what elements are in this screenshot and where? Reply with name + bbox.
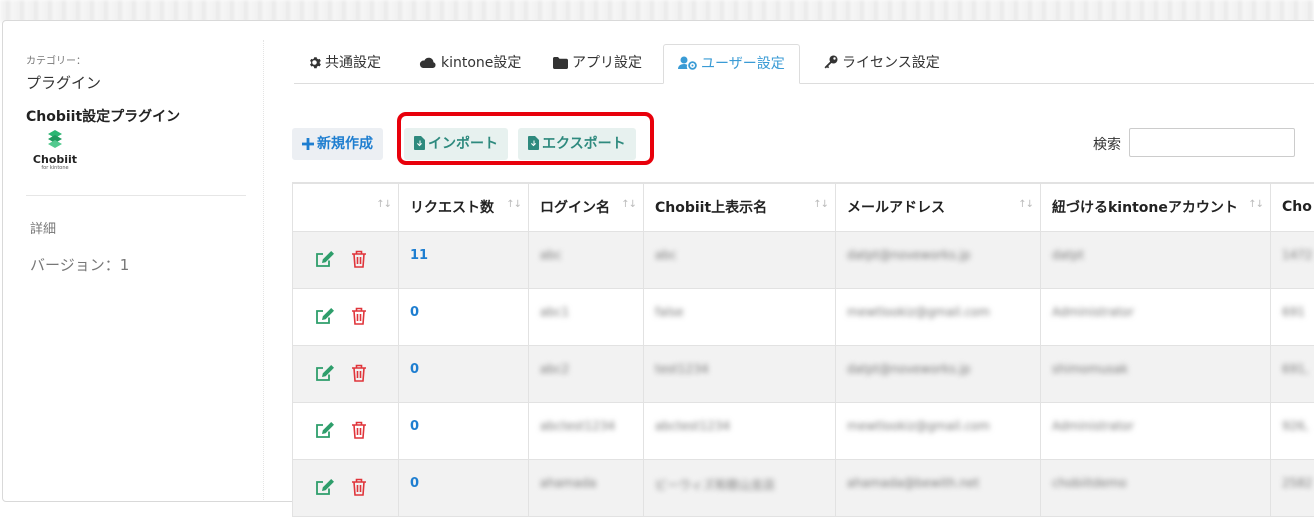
request-count[interactable]: 11 bbox=[399, 231, 529, 288]
settings-tabs: 共通設定 kintone設定 アプリ設定 ユーザー設定 ライセンス設定 bbox=[294, 44, 1314, 84]
login-name: abc2 bbox=[529, 345, 644, 402]
cloud-icon bbox=[419, 57, 437, 69]
column-header-kintone-account[interactable]: 紐づけるkintoneアカウント↑↓ bbox=[1041, 183, 1271, 231]
edit-icon[interactable] bbox=[315, 478, 335, 496]
trash-icon[interactable] bbox=[351, 307, 367, 325]
extra-cell: 691 bbox=[1271, 288, 1314, 345]
new-create-button[interactable]: 新規作成 bbox=[292, 128, 383, 160]
login-name: ahamada bbox=[529, 459, 644, 516]
user-gear-icon bbox=[678, 56, 697, 70]
category-label: カテゴリー： bbox=[26, 52, 246, 67]
column-header-login[interactable]: ログイン名↑↓ bbox=[529, 183, 644, 231]
extra-cell: 1472 bbox=[1271, 231, 1314, 288]
sort-icon: ↑↓ bbox=[1018, 199, 1033, 210]
row-actions bbox=[293, 402, 399, 459]
edit-icon[interactable] bbox=[315, 364, 335, 382]
login-name: abc bbox=[529, 231, 644, 288]
table-row: 11 abc abc datpt@noveworks.jp datpt 1472 bbox=[293, 231, 1314, 288]
table-row: 0 abctest1234 abctest1234 mewtlookiz@gma… bbox=[293, 402, 1314, 459]
request-count[interactable]: 0 bbox=[399, 345, 529, 402]
extra-cell: 926, bbox=[1271, 402, 1314, 459]
display-name: ビーウィズ和歌山支店 bbox=[644, 459, 836, 516]
request-count[interactable]: 0 bbox=[399, 288, 529, 345]
tab-label: アプリ設定 bbox=[572, 55, 642, 71]
tab-kintone-settings[interactable]: kintone設定 bbox=[419, 44, 521, 82]
trash-icon[interactable] bbox=[351, 364, 367, 382]
row-actions bbox=[293, 345, 399, 402]
column-header-email[interactable]: メールアドレス↑↓ bbox=[836, 183, 1041, 231]
column-header-requests[interactable]: リクエスト数↑↓ bbox=[399, 183, 529, 231]
column-header-actions[interactable]: ↑↓ bbox=[293, 183, 399, 231]
sort-icon: ↑↓ bbox=[1248, 199, 1263, 210]
email: mewtlookiz@gmail.com bbox=[836, 288, 1041, 345]
gear-icon bbox=[308, 56, 321, 69]
email: ahamada@bewith.net bbox=[836, 459, 1041, 516]
detail-label: 詳細 bbox=[30, 218, 56, 237]
kintone-account: Administrator bbox=[1041, 288, 1271, 345]
table-row: 0 ahamada ビーウィズ和歌山支店 ahamada@bewith.net … bbox=[293, 459, 1314, 516]
email: datpt@noveworks.jp bbox=[836, 231, 1041, 288]
row-actions bbox=[293, 231, 399, 288]
display-name: abctest1234 bbox=[644, 402, 836, 459]
display-name: false bbox=[644, 288, 836, 345]
sort-icon: ↑↓ bbox=[813, 199, 828, 210]
edit-icon[interactable] bbox=[315, 307, 335, 325]
extra-cell: 691, bbox=[1271, 345, 1314, 402]
trash-icon[interactable] bbox=[351, 421, 367, 439]
tab-label: kintone設定 bbox=[441, 55, 521, 71]
request-count[interactable]: 0 bbox=[399, 459, 529, 516]
extra-cell: 2582 bbox=[1271, 459, 1314, 516]
user-table: ↑↓ リクエスト数↑↓ ログイン名↑↓ Chobiit上表示名↑↓ メールアドレ… bbox=[292, 182, 1314, 517]
email: datpt@noveworks.jp bbox=[836, 345, 1041, 402]
kintone-account: chobiitdemo bbox=[1041, 459, 1271, 516]
tab-label: ユーザー設定 bbox=[701, 56, 785, 72]
sort-icon: ↑↓ bbox=[376, 199, 391, 210]
email: mewtlookiz@gmail.com bbox=[836, 402, 1041, 459]
login-name: abc1 bbox=[529, 288, 644, 345]
kintone-account: datpt bbox=[1041, 231, 1271, 288]
sort-icon: ↑↓ bbox=[621, 199, 636, 210]
chobiit-logo-icon bbox=[47, 130, 63, 148]
highlight-annotation-box bbox=[397, 112, 654, 165]
tab-license-settings[interactable]: ライセンス設定 bbox=[824, 44, 940, 82]
edit-icon[interactable] bbox=[315, 421, 335, 439]
tab-app-settings[interactable]: アプリ設定 bbox=[553, 44, 642, 82]
request-count[interactable]: 0 bbox=[399, 402, 529, 459]
search-input[interactable] bbox=[1129, 128, 1295, 157]
blurred-top-band bbox=[0, 0, 1314, 22]
folder-icon bbox=[553, 57, 568, 69]
search-label: 検索 bbox=[1093, 134, 1121, 154]
sort-icon: ↑↓ bbox=[506, 199, 521, 210]
edit-icon[interactable] bbox=[315, 250, 335, 268]
column-header-cho[interactable]: Cho bbox=[1271, 183, 1314, 231]
display-name: abc bbox=[644, 231, 836, 288]
tab-user-settings[interactable]: ユーザー設定 bbox=[663, 44, 800, 84]
plus-icon bbox=[302, 138, 314, 150]
tab-common-settings[interactable]: 共通設定 bbox=[308, 44, 381, 82]
kintone-account: shimomusak bbox=[1041, 345, 1271, 402]
plugin-name: Chobiit設定プラグイン bbox=[26, 106, 180, 126]
table-header-row: ↑↓ リクエスト数↑↓ ログイン名↑↓ Chobiit上表示名↑↓ メールアドレ… bbox=[293, 183, 1314, 231]
login-name: abctest1234 bbox=[529, 402, 644, 459]
table-row: 0 abc1 false mewtlookiz@gmail.com Admini… bbox=[293, 288, 1314, 345]
sidebar-separator bbox=[263, 40, 264, 500]
kintone-account: Administrator bbox=[1041, 402, 1271, 459]
version-text: バージョン：1 bbox=[30, 254, 129, 275]
display-name: test1234 bbox=[644, 345, 836, 402]
table-row: 0 abc2 test1234 datpt@noveworks.jp shimo… bbox=[293, 345, 1314, 402]
category-value: プラグイン bbox=[26, 72, 246, 93]
key-icon bbox=[824, 55, 838, 69]
column-header-display-name[interactable]: Chobiit上表示名↑↓ bbox=[644, 183, 836, 231]
new-create-label: 新規作成 bbox=[317, 136, 373, 152]
sidebar: カテゴリー： プラグイン Chobiit設定プラグイン Chobiit for … bbox=[26, 52, 246, 93]
row-actions bbox=[293, 288, 399, 345]
row-actions bbox=[293, 459, 399, 516]
trash-icon[interactable] bbox=[351, 250, 367, 268]
sidebar-divider bbox=[26, 195, 246, 196]
tab-label: ライセンス設定 bbox=[842, 55, 940, 71]
chobiit-logo: Chobiit for kintone bbox=[30, 130, 80, 174]
tab-label: 共通設定 bbox=[325, 55, 381, 71]
trash-icon[interactable] bbox=[351, 478, 367, 496]
